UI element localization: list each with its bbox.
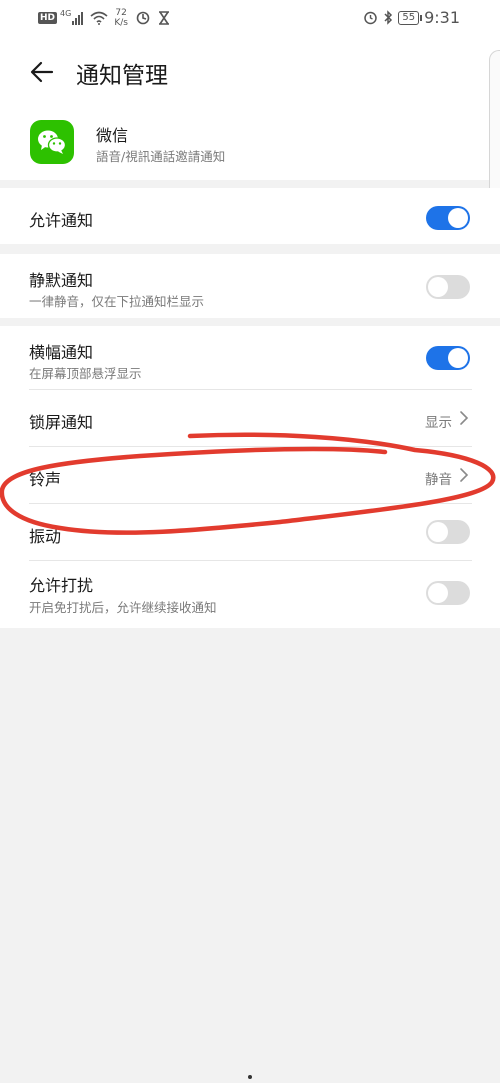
hourglass-icon [158, 11, 169, 25]
header: 通知管理 微信 語音/視訊通話邀請通知 [0, 40, 500, 217]
speed-unit: K/s [114, 18, 128, 28]
ringtone-label: 铃声 [29, 470, 62, 489]
toggle-knob [448, 208, 468, 228]
hd-badge: HD [38, 12, 58, 24]
banner-notifications-row[interactable]: 横幅通知 在屏幕顶部悬浮显示 [0, 326, 500, 389]
banner-notifications-label: 横幅通知 [29, 343, 94, 362]
page-title: 通知管理 [76, 63, 168, 89]
bluetooth-icon [384, 10, 393, 25]
status-left: HD 4G 72 K/s [38, 8, 170, 28]
silent-notifications-description: 一律静音，仅在下拉通知栏显示 [29, 294, 205, 309]
toggle-knob [428, 583, 448, 603]
allow-notifications-row[interactable]: 允许通知 [0, 188, 500, 244]
lock-screen-label: 锁屏通知 [29, 413, 94, 432]
do-not-disturb-toggle[interactable] [426, 581, 470, 605]
home-indicator [248, 1075, 252, 1079]
allow-notifications-toggle[interactable] [426, 206, 470, 230]
ringtone-value: 静音 [425, 472, 452, 488]
ringtone-row[interactable]: 铃声 静音 [0, 447, 500, 503]
toggle-knob [448, 348, 468, 368]
sync-icon [136, 11, 150, 25]
banner-notifications-toggle[interactable] [426, 346, 470, 370]
alarm-icon [364, 11, 378, 25]
allow-notifications-card: 允许通知 [0, 188, 500, 244]
do-not-disturb-label: 允许打扰 [29, 576, 94, 595]
back-button[interactable] [24, 52, 64, 92]
app-name: 微信 [96, 126, 129, 145]
network-speed: 72 K/s [114, 8, 128, 28]
status-right: 55 9:31 [363, 8, 460, 27]
battery-level: 55 [402, 11, 416, 23]
vibration-label: 振动 [29, 527, 62, 546]
chevron-right-icon [460, 468, 469, 482]
speed-value: 72 [115, 8, 127, 18]
vibration-toggle[interactable] [426, 520, 470, 544]
toggle-knob [428, 277, 448, 297]
allow-notifications-label: 允许通知 [29, 211, 94, 230]
status-bar: HD 4G 72 K/s 55 9:31 [0, 0, 500, 40]
lock-screen-row[interactable]: 锁屏通知 显示 [0, 390, 500, 446]
do-not-disturb-description: 开启免打扰后，允许继续接收通知 [29, 600, 217, 615]
banner-notifications-description: 在屏幕顶部悬浮显示 [29, 366, 142, 381]
battery-icon: 55 [398, 10, 422, 25]
signal-icon [72, 11, 84, 25]
silent-notifications-toggle[interactable] [426, 275, 470, 299]
do-not-disturb-row[interactable]: 允许打扰 开启免打扰后，允许继续接收通知 [0, 561, 500, 627]
silent-notifications-label: 静默通知 [29, 271, 94, 290]
lock-screen-value: 显示 [425, 415, 452, 431]
vibration-row[interactable]: 振动 [0, 504, 500, 560]
wechat-logo-icon [38, 130, 67, 154]
back-arrow-icon [30, 61, 54, 83]
silent-notifications-row[interactable]: 静默通知 一律静音，仅在下拉通知栏显示 [0, 254, 500, 318]
toggle-knob [428, 522, 448, 542]
silent-notifications-card: 静默通知 一律静音，仅在下拉通知栏显示 [0, 254, 500, 318]
notification-settings-screen: HD 4G 72 K/s 55 9:31 通知管理 微信 語音/視訊通話邀請通知… [0, 0, 500, 1083]
chevron-right-icon [460, 411, 469, 425]
app-description: 語音/視訊通話邀請通知 [96, 149, 226, 164]
clock: 9:31 [424, 8, 460, 27]
wechat-app-icon [30, 120, 74, 164]
wifi-icon [90, 11, 108, 25]
notification-options-card: 横幅通知 在屏幕顶部悬浮显示 锁屏通知 显示 铃声 静音 振动 允许打扰 开启免… [0, 326, 500, 628]
network-type: 4G [60, 8, 72, 18]
